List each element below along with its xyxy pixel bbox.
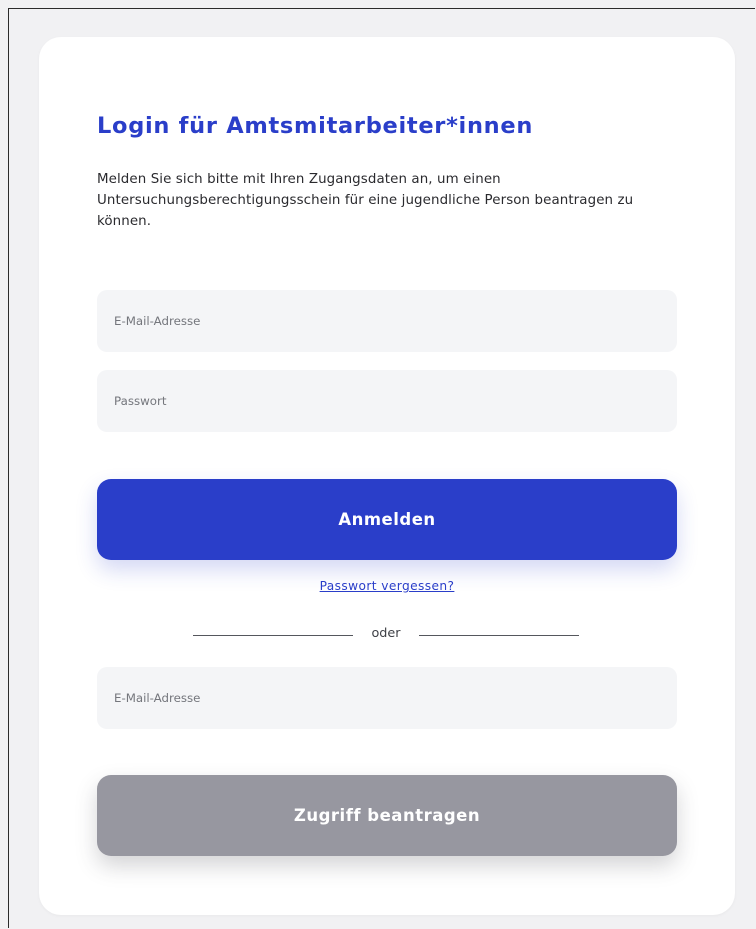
password-field[interactable]: [97, 370, 677, 432]
forgot-password-link[interactable]: Passwort vergessen?: [39, 579, 735, 593]
divider-label: oder: [371, 626, 401, 641]
request-access-email-field[interactable]: [97, 667, 677, 729]
page-frame: Login für Amtsmitarbeiter*innen Melden S…: [8, 8, 755, 928]
divider-line-right: [419, 635, 579, 636]
login-card: Login für Amtsmitarbeiter*innen Melden S…: [39, 37, 735, 915]
login-button[interactable]: Anmelden: [97, 479, 677, 560]
request-access-button[interactable]: Zugriff beantragen: [97, 775, 677, 856]
email-field[interactable]: [97, 290, 677, 352]
or-divider: oder: [193, 625, 579, 645]
intro-text: Melden Sie sich bitte mit Ihren Zugangsd…: [97, 172, 634, 229]
page-title: Login für Amtsmitarbeiter*innen: [97, 113, 534, 139]
